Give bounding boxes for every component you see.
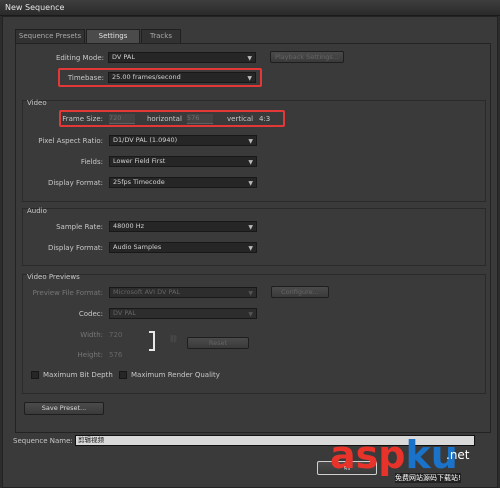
chevron-down-icon: ▼ <box>248 159 253 166</box>
pixel-aspect-ratio-value: D1/DV PAL (1.0940) <box>113 136 178 144</box>
tab-sequence-presets[interactable]: Sequence Presets <box>15 29 85 43</box>
timebase-dropdown[interactable]: 25.00 frames/second ▼ <box>108 72 256 83</box>
chevron-down-icon: ▼ <box>248 245 253 252</box>
pixel-aspect-ratio-dropdown[interactable]: D1/DV PAL (1.0940) ▼ <box>109 135 257 146</box>
max-bit-depth-checkbox[interactable] <box>31 371 39 379</box>
preview-file-format-dropdown[interactable]: Microsoft AVI DV PAL ▼ <box>109 287 257 298</box>
title-bar: New Sequence <box>0 0 500 16</box>
vertical-label: vertical <box>227 115 254 123</box>
fields-dropdown[interactable]: Lower Field First ▼ <box>109 156 257 167</box>
pixel-aspect-ratio-label: Pixel Aspect Ratio: <box>38 137 103 145</box>
video-previews-group: Video Previews Preview File Format: Micr… <box>22 273 486 394</box>
sample-rate-dropdown[interactable]: 48000 Hz ▼ <box>109 221 257 232</box>
sample-rate-label: Sample Rate: <box>56 223 103 231</box>
frame-height-field[interactable]: 576 <box>187 114 213 124</box>
chevron-down-icon: ▼ <box>248 224 253 231</box>
codec-dropdown[interactable]: DV PAL ▼ <box>109 308 257 319</box>
preview-height-label: Height: <box>77 351 104 359</box>
audio-display-format-label: Display Format: <box>47 244 103 252</box>
preview-file-format-value: Microsoft AVI DV PAL <box>113 288 181 296</box>
playback-settings-button[interactable]: Playback Settings... <box>270 51 344 63</box>
watermark-suffix: .net <box>446 448 470 462</box>
editing-mode-label: Editing Mode: <box>55 54 104 62</box>
frame-width-field[interactable]: 720 <box>109 114 135 124</box>
chevron-down-icon: ▼ <box>247 55 252 62</box>
video-previews-group-title: Video Previews <box>27 273 80 281</box>
fields-value: Lower Field First <box>113 157 166 165</box>
preview-width-label: Width: <box>80 331 103 339</box>
reset-button[interactable]: Reset <box>187 337 249 349</box>
audio-display-format-dropdown[interactable]: Audio Samples ▼ <box>109 242 257 253</box>
video-display-format-label: Display Format: <box>47 179 103 187</box>
audio-display-format-value: Audio Samples <box>113 243 162 251</box>
link-icon[interactable]: ⛓ <box>169 335 178 343</box>
chevron-down-icon: ▼ <box>248 180 253 187</box>
video-group: Video Frame Size: 720 horizontal 576 ver… <box>22 99 486 202</box>
audio-group-title: Audio <box>27 207 47 215</box>
fields-label: Fields: <box>80 158 103 166</box>
codec-label: Codec: <box>78 310 103 318</box>
editing-mode-dropdown[interactable]: DV PAL ▼ <box>108 52 256 63</box>
configure-button[interactable]: Configure... <box>271 286 329 298</box>
video-group-title: Video <box>27 99 47 107</box>
video-display-format-value: 25fps Timecode <box>113 178 165 186</box>
new-sequence-dialog: Sequence Presets Settings Tracks Editing… <box>2 16 498 488</box>
codec-value: DV PAL <box>113 309 136 317</box>
preview-height-value[interactable]: 576 <box>109 351 122 359</box>
audio-group: Audio Sample Rate: 48000 Hz ▼ Display Fo… <box>22 207 486 266</box>
horizontal-label: horizontal <box>147 115 182 123</box>
max-render-quality-checkbox[interactable] <box>119 371 127 379</box>
editing-mode-value: DV PAL <box>112 53 135 61</box>
chevron-down-icon: ▼ <box>248 311 253 318</box>
preview-width-value[interactable]: 720 <box>109 331 122 339</box>
max-render-quality-label: Maximum Render Quality <box>131 371 220 379</box>
sample-rate-value: 48000 Hz <box>113 222 145 230</box>
window-title: New Sequence <box>5 3 65 12</box>
watermark-logo: aspku <box>330 436 458 474</box>
save-preset-button[interactable]: Save Preset... <box>24 402 104 415</box>
video-display-format-dropdown[interactable]: 25fps Timecode ▼ <box>109 177 257 188</box>
tab-tracks[interactable]: Tracks <box>141 29 181 43</box>
max-bit-depth-label: Maximum Bit Depth <box>43 371 113 379</box>
constrain-bracket-icon <box>149 331 155 351</box>
chevron-down-icon: ▼ <box>247 75 252 82</box>
aspect-ratio-text: 4:3 <box>259 115 271 123</box>
tab-settings[interactable]: Settings <box>86 29 140 44</box>
preview-file-format-label: Preview File Format: <box>32 289 103 297</box>
chevron-down-icon: ▼ <box>248 138 253 145</box>
settings-panel: Editing Mode: DV PAL ▼ Playback Settings… <box>15 43 491 433</box>
timebase-value: 25.00 frames/second <box>112 73 181 81</box>
watermark-subtitle: 免费网站源码下载站! <box>395 473 461 483</box>
sequence-name-label: Sequence Name: <box>13 437 73 445</box>
frame-size-label: Frame Size: <box>62 115 103 123</box>
watermark-asp: asp <box>330 433 406 477</box>
chevron-down-icon: ▼ <box>248 290 253 297</box>
timebase-label: Timebase: <box>67 74 104 82</box>
